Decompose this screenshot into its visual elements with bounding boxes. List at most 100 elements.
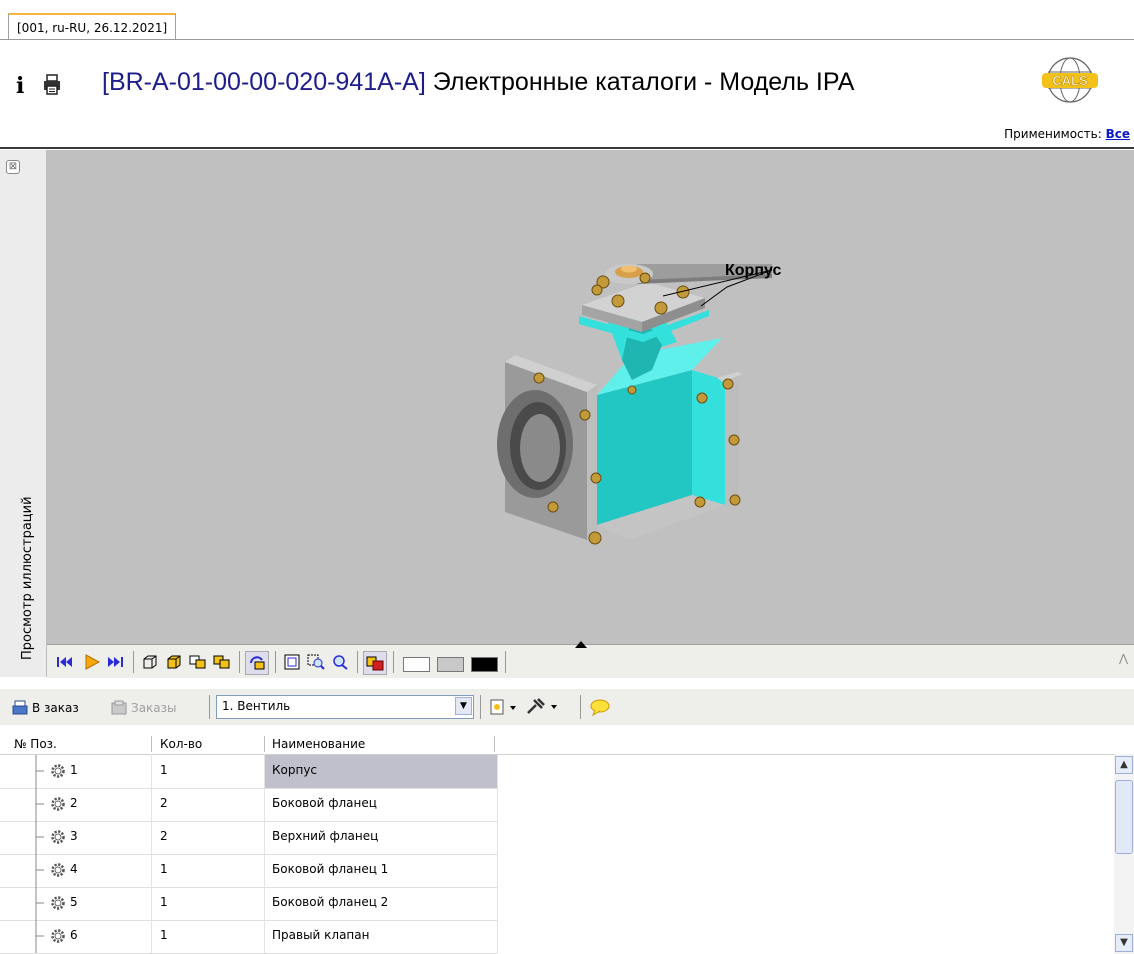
position-cell: 3 (70, 829, 78, 843)
scroll-down-icon[interactable]: ▼ (1115, 934, 1133, 952)
tools-dropdown-icon[interactable] (525, 696, 565, 716)
rotate-parts-icon[interactable] (245, 651, 269, 675)
quantity-cell: 1 (160, 862, 168, 876)
tab-strip: [001, ru-RU, 26.12.2021] (0, 0, 1134, 41)
title-text: Электронные каталоги - Модель IPA (425, 68, 855, 96)
quantity-cell: 2 (160, 796, 168, 810)
3d-viewport[interactable]: Корпус (47, 150, 1134, 644)
info-icon[interactable]: i (16, 73, 24, 99)
side-panel-label[interactable]: Просмотр иллюстраций (20, 496, 35, 660)
forward-icon[interactable] (105, 651, 127, 673)
tree-connector-icon (35, 887, 44, 920)
background-gray-swatch[interactable] (437, 657, 464, 672)
toolbar-separator (505, 651, 506, 673)
header-divider (0, 147, 1134, 149)
table-scrollbar[interactable]: ▲ ▼ (1114, 754, 1134, 954)
viewer-toolbar: ⋀ (47, 641, 1134, 678)
part-gear-icon (50, 796, 66, 812)
assembly-select[interactable]: 1. Вентиль ▼ (216, 695, 474, 719)
background-black-swatch[interactable] (471, 657, 498, 672)
play-icon[interactable] (81, 651, 103, 673)
column-divider[interactable] (151, 736, 152, 752)
column-divider[interactable] (494, 736, 495, 752)
quantity-cell: 2 (160, 829, 168, 843)
column-header-name[interactable]: Наименование (272, 737, 365, 751)
header: i [BR-A-01-00-00-020-941A-A] Электронные… (0, 40, 1134, 148)
position-cell: 2 (70, 796, 78, 810)
tree-connector-icon (35, 821, 44, 854)
splitter-arrow-icon[interactable] (575, 641, 587, 648)
table-row[interactable]: 2 2 Боковой фланец (0, 788, 497, 822)
table-row[interactable]: 4 1 Боковой фланец 1 (0, 854, 497, 888)
print-icon[interactable] (42, 74, 62, 96)
zoom-icon[interactable] (329, 651, 351, 673)
shaded-view-icon[interactable] (163, 651, 185, 673)
zoom-window-icon[interactable] (305, 651, 327, 673)
new-document-dropdown-icon[interactable] (490, 699, 520, 715)
toolbar-separator (209, 695, 210, 719)
orders-label: Заказы (131, 701, 177, 715)
toolbar-separator (275, 651, 276, 673)
toolbar-separator (133, 651, 134, 673)
background-white-swatch[interactable] (403, 657, 430, 672)
orders-button[interactable]: Заказы (111, 700, 177, 716)
hidden-lines-icon[interactable] (187, 651, 209, 673)
position-cell: 6 (70, 928, 78, 942)
applicability: Применимость: Все (1004, 127, 1130, 141)
wireframe-view-icon[interactable] (139, 651, 161, 673)
page-title: [BR-A-01-00-00-020-941A-A] Электронные к… (102, 68, 854, 97)
part-gear-icon (50, 862, 66, 878)
shaded-edges-icon[interactable] (211, 651, 233, 673)
applicability-label: Применимость: (1004, 127, 1102, 141)
position-cell: 5 (70, 895, 78, 909)
quantity-cell: 1 (160, 763, 168, 777)
toolbar-separator (239, 651, 240, 673)
position-cell: 1 (70, 763, 78, 777)
table-row[interactable]: 6 1 Правый клапан (0, 920, 497, 954)
isolate-icon[interactable] (363, 651, 387, 675)
quantity-cell: 1 (160, 928, 168, 942)
add-to-order-button[interactable]: В заказ (12, 700, 79, 716)
printer-cart-icon (12, 700, 28, 715)
table-row[interactable]: 1 1 Корпус (0, 755, 497, 789)
toolbar-separator (357, 651, 358, 673)
tab-document[interactable]: [001, ru-RU, 26.12.2021] (8, 13, 177, 41)
tree-connector-icon (35, 920, 44, 953)
column-header-quantity[interactable]: Кол-во (160, 737, 202, 751)
scroll-up-icon[interactable]: ▲ (1115, 756, 1133, 774)
assembly-select-value: 1. Вентиль (222, 699, 291, 713)
column-header-position[interactable]: № Поз. (14, 737, 57, 751)
fit-all-icon[interactable] (281, 651, 303, 673)
comment-icon[interactable] (590, 698, 610, 717)
toolbar-separator (480, 695, 481, 719)
scroll-thumb[interactable] (1115, 780, 1133, 854)
tree-connector-icon (35, 788, 44, 821)
tree-connector-icon (35, 854, 44, 887)
name-cell: Боковой фланец 2 (272, 895, 389, 909)
illustration-side-panel: ⊠ Просмотр иллюстраций (0, 150, 47, 677)
name-cell: Правый клапан (272, 928, 370, 942)
applicability-link[interactable]: Все (1106, 127, 1130, 141)
name-cell: Корпус (272, 763, 318, 777)
chevron-down-icon[interactable]: ▼ (455, 697, 472, 715)
order-toolbar: В заказ Заказы 1. Вентиль ▼ (0, 689, 1134, 725)
parts-table: № Поз. Кол-во Наименование 1 1 Корпус 2 2 Бок… (0, 734, 1134, 954)
name-cell: Верхний фланец (272, 829, 379, 843)
table-row[interactable]: 5 1 Боковой фланец 2 (0, 887, 497, 921)
tree-connector-icon (35, 755, 44, 788)
orders-icon (111, 700, 127, 715)
table-row[interactable]: 3 2 Верхний фланец (0, 821, 497, 855)
column-divider[interactable] (264, 736, 265, 752)
part-gear-icon (50, 763, 66, 779)
toolbar-separator (580, 695, 581, 719)
valve-model-illustration[interactable] (447, 250, 797, 560)
close-icon[interactable]: ⊠ (6, 160, 20, 174)
collapse-icon[interactable]: ⋀ (1119, 653, 1129, 664)
svg-text:CALS: CALS (1052, 73, 1088, 88)
callout-label[interactable]: Корпус (725, 262, 781, 280)
cals-logo-icon: CALS (1040, 52, 1100, 110)
add-to-order-label: В заказ (32, 701, 79, 715)
name-cell: Боковой фланец 1 (272, 862, 389, 876)
title-code: [BR-A-01-00-00-020-941A-A] (102, 68, 426, 96)
rewind-icon[interactable] (55, 651, 77, 673)
